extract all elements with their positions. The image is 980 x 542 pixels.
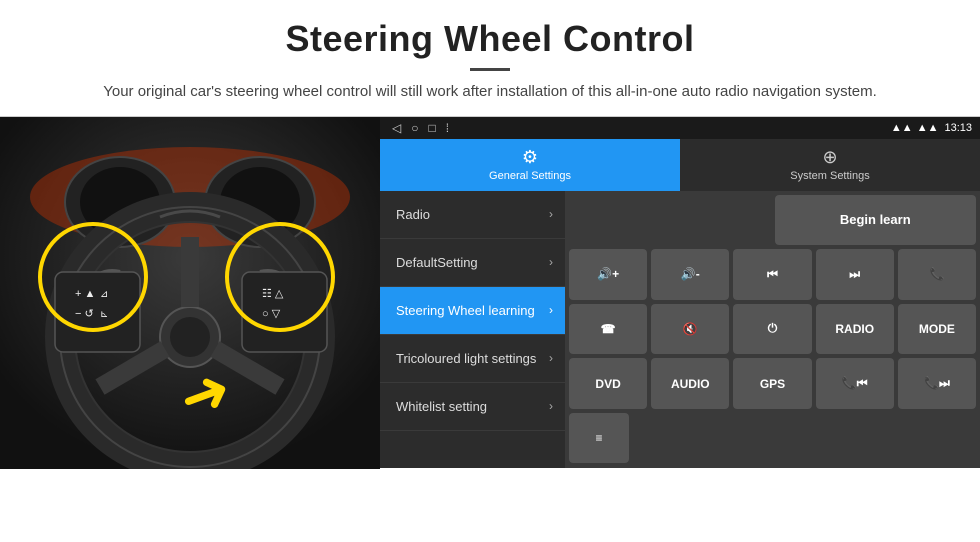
android-content: Radio › DefaultSetting › Steering Wheel … [380,191,980,468]
control-row-4: DVD AUDIO GPS 📞⏮ 📞⏭ [569,358,976,409]
menu-default-label: DefaultSetting [396,255,478,270]
control-row-2: 🔊+ 🔊- ⏮ ⏭ 📞 [569,249,976,300]
android-panel: ◁ ○ □ ⁞ ▲▲ ▲▲ 13:13 ⚙ General Settings ⊕… [380,117,980,468]
phone-prev-icon: 📞⏮ [842,376,868,391]
nav-home-icon[interactable]: ○ [411,121,418,135]
menu-tricoloured-label: Tricoloured light settings [396,351,536,366]
next-track-icon: ⏭ [849,267,860,282]
tab-general-settings[interactable]: ⚙ General Settings [380,139,680,191]
control-row-3: ☎ 🔇 ⏻ RADIO MODE [569,304,976,355]
menu-radio-label: Radio [396,207,430,222]
phone-next-button[interactable]: 📞⏭ [898,358,976,409]
tab-bar: ⚙ General Settings ⊕ System Settings [380,139,980,191]
empty-cell-1 [569,195,771,246]
list-button[interactable]: ≡ [569,413,629,464]
system-settings-icon: ⊕ [822,147,837,168]
menu-steering-label: Steering Wheel learning [396,303,535,318]
tab-system-settings[interactable]: ⊕ System Settings [680,139,980,191]
highlight-circle-right [225,222,335,332]
begin-learn-button[interactable]: Begin learn [775,195,977,246]
subtitle-text: Your original car's steering wheel contr… [60,81,920,104]
nav-more-icon[interactable]: ⁞ [446,121,449,135]
prev-track-button[interactable]: ⏮ [733,249,811,300]
radio-button[interactable]: RADIO [816,304,894,355]
menu-item-tricoloured[interactable]: Tricoloured light settings › [380,335,565,383]
title-divider [470,68,510,71]
gps-button[interactable]: GPS [733,358,811,409]
list-icon: ≡ [595,431,602,445]
general-settings-icon: ⚙ [522,147,538,168]
gps-label: GPS [760,377,785,391]
nav-buttons: ◁ ○ □ ⁞ [392,121,449,135]
page-title: Steering Wheel Control [60,18,920,60]
prev-track-icon: ⏮ [767,267,778,282]
menu-arrow-radio: › [549,207,553,221]
menu-arrow-tricoloured: › [549,351,553,365]
phone-icon: 📞 [929,267,944,281]
dvd-label: DVD [595,377,620,391]
menu-item-steering-wheel[interactable]: Steering Wheel learning › [380,287,565,335]
mute-icon: 🔇 [683,322,698,336]
menu-arrow-default: › [549,255,553,269]
tab-general-label: General Settings [489,170,571,182]
header-section: Steering Wheel Control Your original car… [0,0,980,116]
steering-wheel-image: + ▲ − ↺ ⊿ ⊾ ☷ △ ○ ▽ ➜ [0,117,380,469]
volume-down-button[interactable]: 🔊- [651,249,729,300]
highlight-circle-left [38,222,148,332]
volume-down-icon: 🔊- [681,267,700,281]
hangup-icon: ☎ [601,322,616,336]
hangup-button[interactable]: ☎ [569,304,647,355]
mode-label: MODE [919,322,955,336]
mode-button[interactable]: MODE [898,304,976,355]
left-menu: Radio › DefaultSetting › Steering Wheel … [380,191,565,468]
menu-arrow-steering: › [549,303,553,317]
status-time: 13:13 [944,122,972,134]
control-row-1: Begin learn [569,195,976,246]
nav-back-icon[interactable]: ◁ [392,121,401,135]
volume-up-button[interactable]: 🔊+ [569,249,647,300]
menu-item-default-setting[interactable]: DefaultSetting › [380,239,565,287]
menu-item-radio[interactable]: Radio › [380,191,565,239]
signal-icon: ▲▲ [917,122,939,134]
power-button[interactable]: ⏻ [733,304,811,355]
mute-button[interactable]: 🔇 [651,304,729,355]
nav-recent-icon[interactable]: □ [428,121,435,135]
next-track-button[interactable]: ⏭ [816,249,894,300]
phone-next-icon: 📞⏭ [924,376,950,391]
wifi-icon: ▲▲ [891,122,913,134]
audio-label: AUDIO [671,377,710,391]
phone-button[interactable]: 📞 [898,249,976,300]
phone-prev-button[interactable]: 📞⏮ [816,358,894,409]
radio-label: RADIO [835,322,874,336]
right-control-panel: Begin learn 🔊+ 🔊- ⏮ ⏭ [565,191,980,468]
power-icon: ⏻ [768,321,778,336]
menu-whitelist-label: Whitelist setting [396,399,487,414]
menu-item-whitelist[interactable]: Whitelist setting › [380,383,565,431]
audio-button[interactable]: AUDIO [651,358,729,409]
tab-system-label: System Settings [790,170,869,182]
volume-up-icon: 🔊+ [597,267,619,281]
control-row-5: ≡ [569,413,976,464]
content-area: + ▲ − ↺ ⊿ ⊾ ☷ △ ○ ▽ ➜ ◁ ○ □ ⁞ ▲▲ [0,116,980,468]
status-bar: ◁ ○ □ ⁞ ▲▲ ▲▲ 13:13 [380,117,980,139]
menu-arrow-whitelist: › [549,399,553,413]
dvd-button[interactable]: DVD [569,358,647,409]
